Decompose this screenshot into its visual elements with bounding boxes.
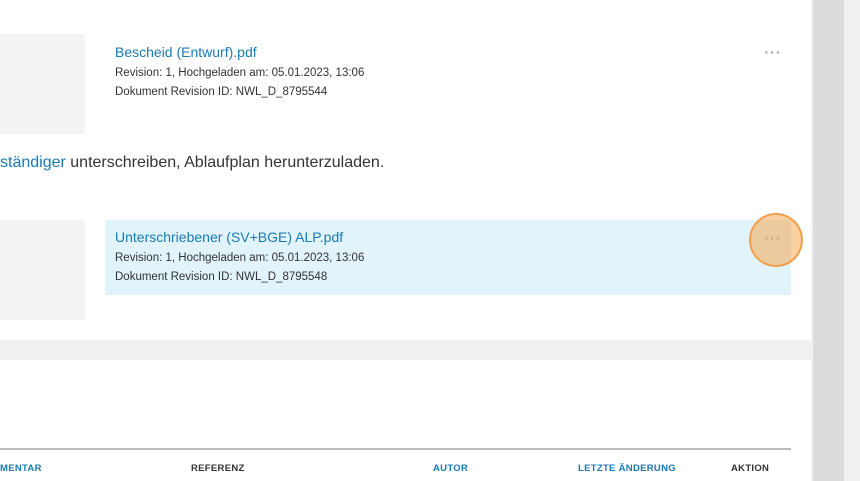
document-revision-id: Dokument Revision ID: NWL_D_8795548 — [115, 271, 328, 283]
more-options-icon[interactable]: ··· — [763, 45, 783, 60]
document-link[interactable]: Unterschriebener (SV+BGE) ALP.pdf — [115, 229, 791, 246]
instruction-link[interactable]: ständiger — [0, 154, 66, 171]
document-revision-info: Revision: 1, Hochgeladen am: 05.01.2023,… — [115, 252, 365, 264]
document-revision-info: Revision: 1, Hochgeladen am: 05.01.2023,… — [115, 67, 365, 79]
document-row: Bescheid (Entwurf).pdf Revision: 1, Hoch… — [105, 35, 791, 110]
instruction-text: ständiger unterschreiben, Ablaufplan her… — [0, 154, 384, 172]
table-header-rule — [0, 448, 791, 450]
more-options-icon[interactable]: ··· — [763, 231, 783, 246]
comments-card — [0, 360, 811, 481]
column-header-autor[interactable]: AUTOR — [433, 463, 468, 474]
scrollbar-thumb[interactable] — [813, 0, 844, 481]
document-revision-id: Dokument Revision ID: NWL_D_8795544 — [115, 86, 328, 98]
column-header-letzte-aenderung[interactable]: LETZTE ÄNDERUNG — [578, 463, 676, 474]
document-thumbnail[interactable] — [0, 34, 85, 134]
document-thumbnail[interactable] — [0, 220, 85, 320]
document-row-highlighted: Unterschriebener (SV+BGE) ALP.pdf Revisi… — [105, 220, 791, 295]
column-header-referenz: REFERENZ — [191, 463, 245, 474]
column-header-aktion: AKTION — [731, 463, 770, 474]
document-link[interactable]: Bescheid (Entwurf).pdf — [115, 44, 791, 61]
column-header-kommentar[interactable]: MENTAR — [0, 463, 42, 474]
instruction-rest: unterschreiben, Ablaufplan herunterzulad… — [65, 154, 385, 171]
